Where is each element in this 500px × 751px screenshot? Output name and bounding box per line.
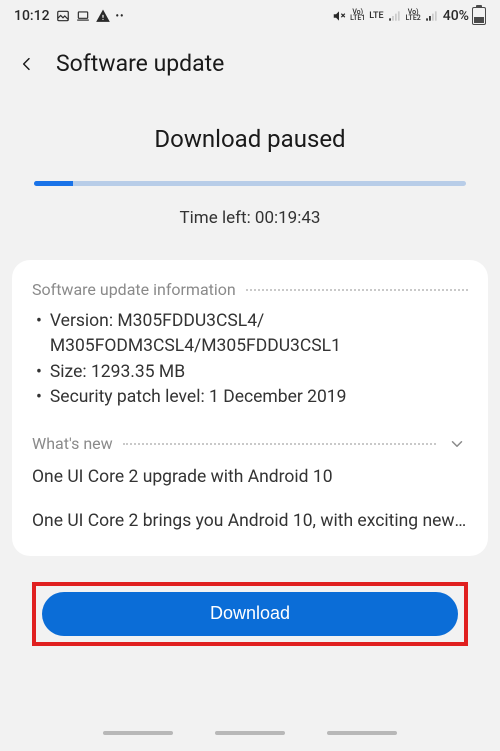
- warning-icon: [96, 9, 110, 23]
- battery-indicator: 40%: [443, 7, 486, 25]
- chevron-down-icon[interactable]: [446, 433, 468, 455]
- download-button-area: Download: [0, 556, 500, 646]
- whats-new-body: One UI Core 2 upgrade with Android 10 On…: [32, 465, 468, 534]
- navigation-bar: [0, 715, 500, 751]
- annotation-highlight: Download: [32, 582, 468, 646]
- nav-recent[interactable]: [103, 731, 173, 735]
- download-status-block: Download paused: [0, 125, 500, 153]
- sim1-indicator: Vo)LTE1: [350, 10, 365, 21]
- info-version: Version: M305FDDU3CSL4/ M305FODM3CSL4/M3…: [36, 309, 468, 360]
- info-list: Version: M305FDDU3CSL4/ M305FODM3CSL4/M3…: [32, 309, 468, 411]
- app-header: Software update: [0, 32, 500, 87]
- lte-label: LTE: [369, 11, 383, 21]
- laptop-icon: [76, 9, 90, 23]
- update-info-card: Software update information Version: M30…: [12, 260, 488, 556]
- mute-icon: [332, 9, 346, 23]
- info-size: Size: 1293.35 MB: [36, 360, 468, 385]
- info-section-header: Software update information: [32, 280, 468, 299]
- download-status-text: Download paused: [0, 125, 500, 153]
- divider-dots: [246, 289, 468, 291]
- divider-dots: [123, 443, 436, 445]
- status-time: 10:12: [14, 8, 50, 24]
- back-button[interactable]: [14, 51, 40, 77]
- whats-new-header[interactable]: What's new: [32, 433, 468, 455]
- whats-new-line2: One UI Core 2 brings you Android 10, wit…: [32, 509, 468, 534]
- status-bar: 10:12 •• Vo)LTE1 LTE Vo)LTE2 40%: [0, 0, 500, 32]
- nav-home[interactable]: [215, 731, 285, 735]
- info-security: Security patch level: 1 December 2019: [36, 385, 468, 410]
- time-left-label: Time left: 00:19:43: [0, 208, 500, 228]
- whats-new-line1: One UI Core 2 upgrade with Android 10: [32, 465, 468, 490]
- image-icon: [56, 9, 70, 23]
- download-button[interactable]: Download: [42, 592, 458, 636]
- sim2-indicator: Vo)LTE2: [406, 10, 421, 21]
- page-title: Software update: [56, 50, 224, 77]
- signal-icon-1: [388, 9, 402, 23]
- progress-fill: [34, 181, 73, 186]
- progress-bar: [34, 181, 466, 186]
- signal-icon-2: [425, 9, 439, 23]
- more-icon: ••: [116, 11, 125, 22]
- nav-back[interactable]: [327, 731, 397, 735]
